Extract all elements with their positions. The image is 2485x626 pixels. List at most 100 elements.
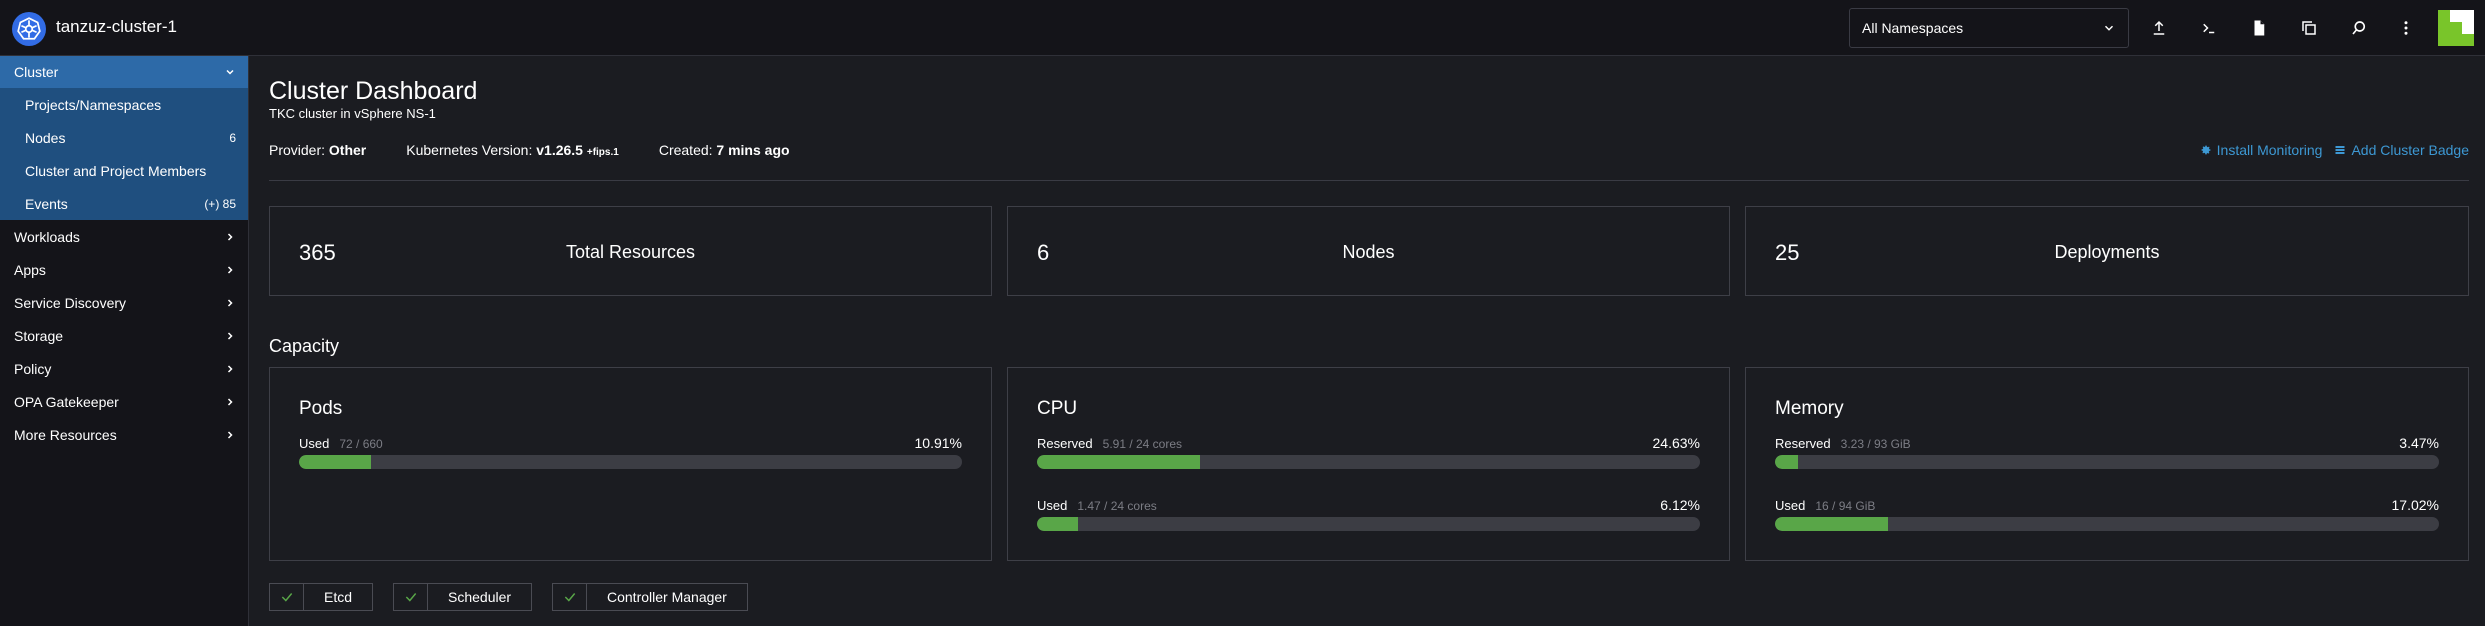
sidebar-item-label: Projects/Namespaces	[25, 96, 162, 113]
sidebar-item-projects-namespaces[interactable]: Projects/Namespaces	[0, 88, 248, 121]
sidebar-item-label: Storage	[14, 327, 64, 344]
page-title: Cluster Dashboard	[269, 77, 478, 105]
cpu-used-percent: 6.12%	[1660, 497, 1700, 513]
sidebar-item-label: Workloads	[14, 228, 80, 245]
more-vertical-icon[interactable]	[2392, 14, 2420, 42]
sidebar-item-policy[interactable]: Policy	[0, 352, 248, 385]
sidebar-item-events[interactable]: Events (+) 85	[0, 187, 248, 220]
sidebar-item-storage[interactable]: Storage	[0, 319, 248, 352]
kubernetes-version-value: v1.26.5	[536, 142, 583, 158]
created-info: Created: 7 mins ago	[658, 142, 790, 158]
memory-reserved-detail: 3.23 / 93 GiB	[1840, 437, 1911, 451]
sidebar-group-label: Cluster	[14, 64, 59, 80]
cpu-reserved-bar	[1037, 455, 1700, 469]
stat-card-total-resources[interactable]: 365 Total Resources	[269, 206, 992, 296]
sidebar-item-opa-gatekeeper[interactable]: OPA Gatekeeper	[0, 385, 248, 418]
cluster-name: tanzuz-cluster-1	[56, 17, 177, 36]
component-label: Etcd	[324, 589, 353, 605]
stat-label: Nodes	[1342, 242, 1395, 262]
memory-used-label: Used 16 / 94 GiB	[1775, 498, 1876, 513]
memory-used-percent: 17.02%	[2391, 497, 2439, 513]
gear-icon	[2201, 145, 2211, 155]
chevron-down-icon	[226, 69, 234, 75]
provider-value: Other	[328, 142, 367, 158]
sidebar-item-label: Apps	[14, 261, 46, 278]
check-icon	[553, 584, 587, 610]
sidebar-item-workloads[interactable]: Workloads	[0, 220, 248, 253]
chevron-right-icon	[227, 232, 233, 241]
capacity-card-title: Memory	[1775, 398, 1844, 419]
memory-used-detail: 16 / 94 GiB	[1815, 499, 1876, 513]
sidebar-item-cluster-project-members[interactable]: Cluster and Project Members	[0, 154, 248, 187]
pods-used-label: Used 72 / 660	[299, 436, 383, 451]
cpu-reserved-label: Reserved 5.91 / 24 cores	[1037, 436, 1183, 451]
stat-label: Total Resources	[565, 242, 696, 262]
memory-reserved-label: Reserved 3.23 / 93 GiB	[1775, 436, 1911, 451]
sidebar-item-label: Policy	[14, 360, 52, 377]
file-icon[interactable]	[2245, 14, 2273, 42]
sidebar-item-label: Events	[25, 195, 68, 212]
pods-used-percent: 10.91%	[914, 435, 962, 451]
chevron-right-icon	[227, 298, 233, 307]
capacity-title: Capacity	[269, 336, 340, 356]
chevron-right-icon	[227, 430, 233, 439]
chevron-down-icon	[2104, 25, 2114, 31]
cpu-used-bar	[1037, 517, 1700, 531]
sidebar-group-cluster[interactable]: Cluster	[0, 56, 248, 88]
pods-used-detail: 72 / 660	[339, 437, 383, 451]
memory-reserved-percent: 3.47%	[2399, 435, 2439, 451]
sidebar-item-more-resources[interactable]: More Resources	[0, 418, 248, 451]
capacity-card-title: Pods	[299, 398, 343, 419]
provider-info: Provider: Other	[269, 142, 367, 158]
component-status-etcd[interactable]: Etcd	[269, 583, 374, 611]
divider	[269, 180, 2469, 181]
sidebar-item-nodes[interactable]: Nodes 6	[0, 121, 248, 154]
upload-icon[interactable]	[2145, 14, 2173, 42]
install-monitoring-link[interactable]: Install Monitoring	[2200, 142, 2322, 158]
sidebar-item-service-discovery[interactable]: Service Discovery	[0, 286, 248, 319]
component-status-scheduler[interactable]: Scheduler	[393, 583, 533, 611]
search-icon[interactable]	[2345, 14, 2373, 42]
namespace-select[interactable]: All Namespaces	[1849, 8, 2129, 48]
sidebar-item-label: OPA Gatekeeper	[14, 393, 119, 410]
chevron-right-icon	[227, 265, 233, 274]
kubernetes-logo-icon[interactable]	[12, 12, 46, 46]
sidebar-item-label: Nodes	[25, 129, 66, 146]
page-actions: Install Monitoring Add Cluster Badge	[2200, 142, 2469, 158]
capacity-card-title: CPU	[1037, 398, 1078, 419]
stat-label: Deployments	[2054, 242, 2160, 262]
component-label: Controller Manager	[607, 589, 727, 605]
capacity-card-pods: Pods Used 72 / 660 10.91%	[269, 367, 992, 561]
component-status-controller-manager[interactable]: Controller Manager	[552, 583, 748, 611]
cpu-used-label: Used 1.47 / 24 cores	[1037, 498, 1157, 513]
cluster-subnav: Projects/Namespaces Nodes 6 Cluster and …	[0, 88, 248, 220]
chevron-right-icon	[227, 364, 233, 373]
chevron-right-icon	[227, 397, 233, 406]
copy-icon[interactable]	[2295, 14, 2323, 42]
stat-card-deployments[interactable]: 25 Deployments	[1745, 206, 2469, 296]
add-cluster-badge-link[interactable]: Add Cluster Badge	[2334, 142, 2469, 158]
kubernetes-version-info: Kubernetes Version: v1.26.5 +fips.1	[406, 142, 619, 158]
user-avatar[interactable]	[2438, 10, 2474, 46]
check-icon	[394, 584, 428, 610]
terminal-icon[interactable]	[2195, 14, 2223, 42]
memory-used-bar	[1775, 517, 2439, 531]
created-value: 7 mins ago	[716, 142, 790, 158]
stat-card-nodes[interactable]: 6 Nodes	[1007, 206, 1730, 296]
list-icon	[2335, 146, 2345, 154]
check-icon	[270, 584, 304, 610]
sidebar-item-label: Service Discovery	[14, 294, 127, 311]
cpu-used-detail: 1.47 / 24 cores	[1077, 499, 1157, 513]
events-count-badge: (+) 85	[204, 196, 236, 211]
component-label: Scheduler	[448, 589, 512, 605]
cpu-reserved-bar-fill	[1037, 455, 1201, 469]
top-bar: tanzuz-cluster-1 All Namespaces	[0, 0, 2485, 56]
sidebar-item-label: Cluster and Project Members	[25, 162, 207, 179]
cluster-meta: Provider: Other Kubernetes Version: v1.2…	[269, 142, 830, 158]
sidebar: Cluster Projects/Namespaces Nodes 6 Clus…	[0, 56, 249, 626]
cpu-reserved-percent: 24.63%	[1652, 435, 1700, 451]
sidebar-item-label: More Resources	[14, 426, 117, 443]
sidebar-item-apps[interactable]: Apps	[0, 253, 248, 286]
chevron-right-icon	[227, 331, 233, 340]
nodes-count-badge: 6	[229, 130, 236, 145]
